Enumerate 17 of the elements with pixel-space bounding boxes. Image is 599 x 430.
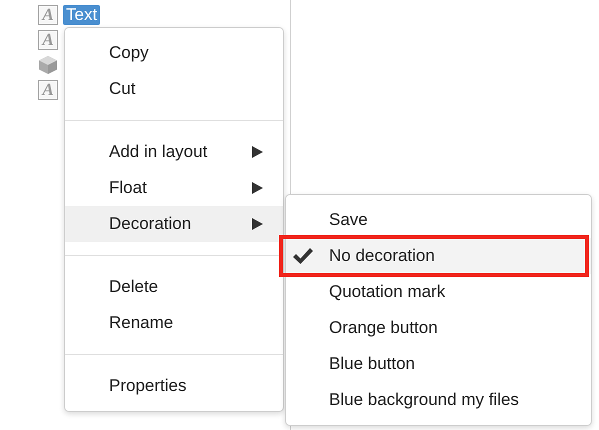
menu-item[interactable]: Float: [65, 170, 283, 206]
menu-item[interactable]: Quotation mark: [286, 274, 591, 310]
text-type-icon: A: [38, 30, 58, 50]
menu-item[interactable]: Properties: [65, 368, 283, 404]
menu-item[interactable]: Save: [286, 202, 591, 238]
menu-item[interactable]: Delete: [65, 269, 283, 305]
menu-item[interactable]: Cut: [65, 71, 283, 107]
cube-icon: [38, 55, 58, 75]
menu-item[interactable]: Rename: [65, 305, 283, 341]
text-type-icon: A: [38, 80, 58, 100]
menu-item[interactable]: Add in layout: [65, 134, 283, 170]
menu-item[interactable]: Blue background my files: [286, 382, 591, 418]
menu-item[interactable]: Blue button: [286, 346, 591, 382]
menu-item[interactable]: Decoration: [65, 206, 283, 242]
menu-item[interactable]: Copy: [65, 35, 283, 71]
menu-item[interactable]: Orange button: [286, 310, 591, 346]
text-type-icon: A: [38, 5, 58, 25]
